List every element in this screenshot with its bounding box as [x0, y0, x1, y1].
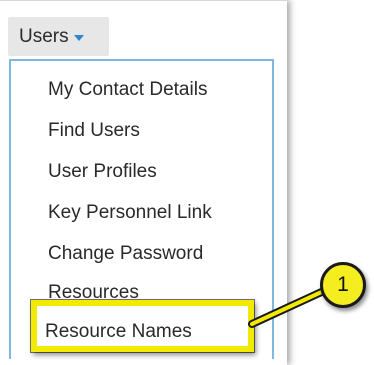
annotated-screenshot: Users My Contact Details Find Users User… — [0, 0, 374, 365]
menu-item-key-personnel-link[interactable]: Key Personnel Link — [48, 201, 212, 225]
menu-item-user-profiles[interactable]: User Profiles — [48, 160, 157, 184]
menu-item-resource-names[interactable]: Resource Names — [45, 320, 192, 344]
callout-number: 1 — [337, 273, 349, 296]
users-dropdown-label: Users — [19, 25, 69, 47]
menu-item-find-users[interactable]: Find Users — [48, 119, 140, 143]
caret-down-icon — [73, 34, 84, 41]
menu-item-my-contact-details[interactable]: My Contact Details — [48, 78, 207, 102]
panel-top-border — [0, 0, 287, 1]
menu-item-change-password[interactable]: Change Password — [48, 242, 203, 266]
highlighted-menu-item-frame: Resource Names — [31, 300, 254, 352]
callout-number-badge: 1 — [320, 262, 366, 308]
users-dropdown-toggle[interactable]: Users — [8, 17, 109, 56]
menu-panel: Users My Contact Details Find Users User… — [0, 0, 287, 365]
